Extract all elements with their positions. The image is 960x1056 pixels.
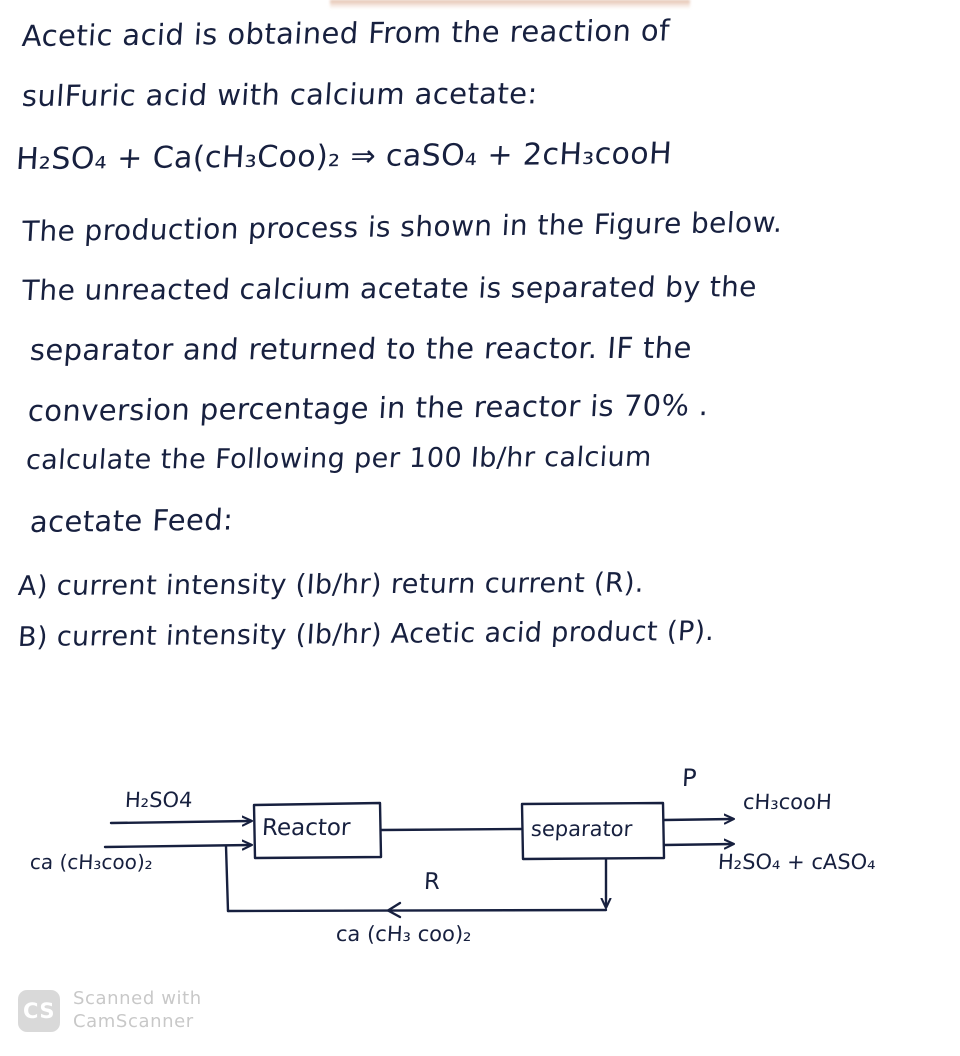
product-acetic-acid-arrow [662, 819, 733, 820]
recycle-horizontal-line [226, 908, 608, 913]
body-line-6: conversion percentage in the reactor is … [26, 388, 710, 429]
product-bottoms-label: H₂SO₄ + cASO₄ [717, 850, 877, 874]
camscanner-text: Scanned with CamScanner [73, 988, 202, 1033]
question-b: B) current intensity (Ib/hr) Acetic acid… [17, 615, 716, 654]
product-acetic-acid-label: cH₃cooH [742, 790, 833, 814]
feed-sulfuric-arrow [109, 821, 251, 823]
question-a: A) current intensity (Ib/hr) return curr… [16, 567, 646, 603]
scanned-page: Acetic acid is obtained From the reactio… [0, 0, 960, 1056]
camscanner-line-2: CamScanner [73, 1010, 194, 1032]
reactor-label: Reactor [261, 815, 352, 841]
camscanner-line-1: Scanned with [73, 988, 202, 1009]
product-bottoms-arrow [662, 844, 733, 845]
feed-sulfuric-label: H₂SO4 [124, 788, 194, 812]
body-line-7: calculate the Following per 100 Ib/hr ca… [24, 441, 653, 477]
reactor-to-separator-line [379, 827, 523, 832]
body-line-1: Acetic acid is obtained From the reactio… [20, 13, 671, 54]
chemical-equation: H₂SO₄ + Ca(cH₃Coo)₂ ⇒ caSO₄ + 2cH₃cooH [14, 136, 674, 178]
recycle-stream-label: R [423, 869, 441, 895]
recycle-riser-line [224, 844, 230, 913]
body-line-3: The production process is shown in the F… [21, 205, 784, 249]
body-line-8: acetate Feed: [29, 502, 235, 540]
product-stream-label: P [681, 764, 698, 792]
feed-calcium-acetate-label: ca (cH₃coo)₂ [29, 850, 154, 874]
recycle-composition-label: ca (cH₃ coo)₂ [335, 922, 473, 946]
feed-calcium-acetate-arrow [103, 845, 251, 847]
body-line-4: The unreacted calcium acetate is separat… [20, 270, 758, 308]
process-flow-diagram: Reactor separator H₂SO4 ca (cH₃coo)₂ R c… [0, 740, 960, 960]
camscanner-badge-icon: CS [18, 989, 60, 1032]
body-line-5: separator and returned to the reactor. I… [28, 330, 694, 368]
body-line-2: sulFuric acid with calcium acetate: [20, 76, 539, 114]
separator-label: separator [530, 817, 633, 841]
camscanner-watermark: CS Scanned with CamScanner [18, 988, 202, 1033]
